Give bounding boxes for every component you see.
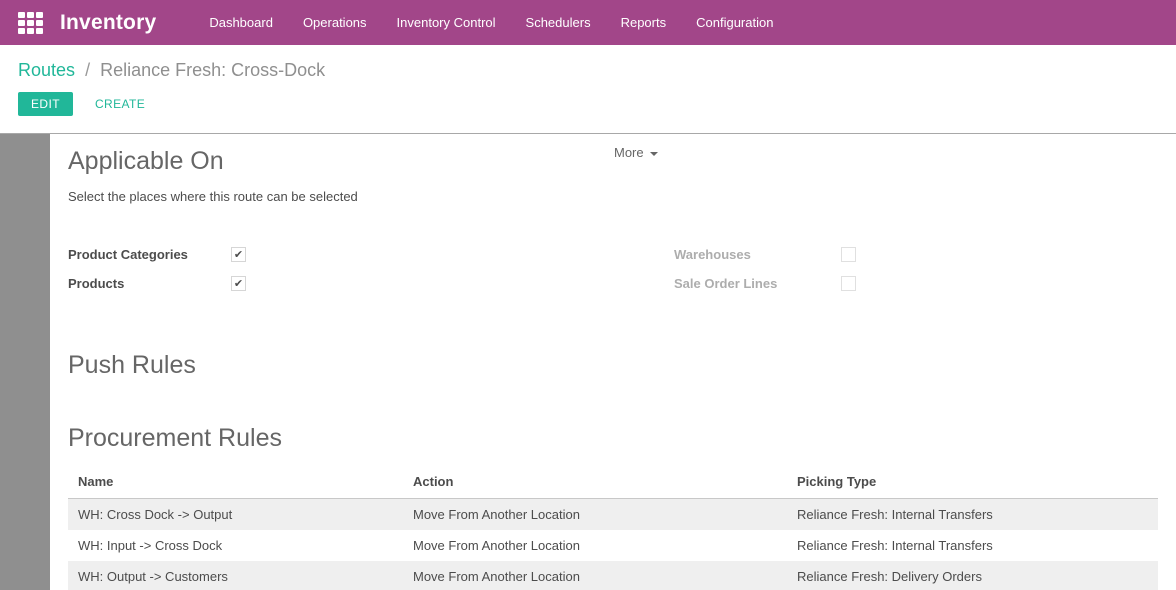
left-gutter — [0, 134, 50, 590]
cell-action: Move From Another Location — [403, 530, 787, 561]
breadcrumb-routes-link[interactable]: Routes — [18, 60, 75, 80]
section-title-procurement-rules: Procurement Rules — [68, 425, 1158, 453]
table-row[interactable]: WH: Input -> Cross Dock Move From Anothe… — [68, 530, 1158, 561]
menu-item-reports[interactable]: Reports — [606, 0, 682, 45]
product-categories-checkbox[interactable]: ✔ — [231, 247, 246, 262]
sale-order-lines-label: Sale Order Lines — [674, 276, 841, 291]
table-header-row: Name Action Picking Type — [68, 466, 1158, 499]
column-header-name[interactable]: Name — [68, 466, 403, 499]
more-dropdown[interactable]: More — [614, 145, 658, 160]
caret-down-icon — [650, 152, 658, 156]
app-title: Inventory — [60, 11, 156, 35]
cell-picking-type: Reliance Fresh: Internal Transfers — [787, 498, 1158, 530]
cell-picking-type: Reliance Fresh: Delivery Orders — [787, 561, 1158, 590]
breadcrumb-separator: / — [85, 60, 90, 80]
menu-item-inventory-control[interactable]: Inventory Control — [382, 0, 511, 45]
table-row[interactable]: WH: Output -> Customers Move From Anothe… — [68, 561, 1158, 590]
menu-item-operations[interactable]: Operations — [288, 0, 382, 45]
products-label: Products — [68, 276, 231, 291]
applicable-on-subtitle: Select the places where this route can b… — [68, 189, 1158, 204]
field-products: Products ✔ — [68, 275, 674, 292]
field-sale-order-lines: Sale Order Lines — [674, 275, 1158, 292]
column-header-picking-type[interactable]: Picking Type — [787, 466, 1158, 499]
topbar: Inventory Dashboard Operations Inventory… — [0, 0, 1176, 45]
warehouses-checkbox[interactable] — [841, 247, 856, 262]
field-warehouses: Warehouses — [674, 246, 1158, 263]
cell-name: WH: Output -> Customers — [68, 561, 403, 590]
product-categories-label: Product Categories — [68, 247, 231, 262]
applicable-on-fields: Product Categories ✔ Warehouses Products… — [68, 246, 1158, 292]
topbar-menu: Dashboard Operations Inventory Control S… — [194, 0, 788, 45]
create-button[interactable]: CREATE — [95, 97, 145, 111]
apps-grid-icon[interactable] — [18, 12, 43, 34]
breadcrumb-current: Reliance Fresh: Cross-Dock — [100, 60, 325, 80]
cell-action: Move From Another Location — [403, 498, 787, 530]
checkmark-icon: ✔ — [234, 248, 243, 261]
more-dropdown-label: More — [614, 145, 644, 160]
column-header-action[interactable]: Action — [403, 466, 787, 499]
breadcrumb: Routes / Reliance Fresh: Cross-Dock — [0, 45, 1176, 81]
sale-order-lines-checkbox[interactable] — [841, 276, 856, 291]
menu-item-schedulers[interactable]: Schedulers — [511, 0, 606, 45]
cell-action: Move From Another Location — [403, 561, 787, 590]
cell-name: WH: Cross Dock -> Output — [68, 498, 403, 530]
form-sheet: Applicable On Select the places where th… — [50, 134, 1176, 590]
table-row[interactable]: WH: Cross Dock -> Output Move From Anoth… — [68, 498, 1158, 530]
section-title-applicable-on: Applicable On — [68, 148, 1158, 176]
procurement-rules-table: Name Action Picking Type WH: Cross Dock … — [68, 466, 1158, 590]
edit-button[interactable]: EDIT — [18, 92, 73, 116]
content-area: Applicable On Select the places where th… — [0, 133, 1176, 590]
warehouses-label: Warehouses — [674, 247, 841, 262]
field-product-categories: Product Categories ✔ — [68, 246, 674, 263]
control-panel: Routes / Reliance Fresh: Cross-Dock EDIT… — [0, 45, 1176, 133]
checkmark-icon: ✔ — [234, 277, 243, 290]
button-row: EDIT CREATE — [0, 92, 1176, 116]
cell-name: WH: Input -> Cross Dock — [68, 530, 403, 561]
menu-item-configuration[interactable]: Configuration — [681, 0, 788, 45]
products-checkbox[interactable]: ✔ — [231, 276, 246, 291]
menu-item-dashboard[interactable]: Dashboard — [194, 0, 288, 45]
cell-picking-type: Reliance Fresh: Internal Transfers — [787, 530, 1158, 561]
section-title-push-rules: Push Rules — [68, 352, 1158, 380]
